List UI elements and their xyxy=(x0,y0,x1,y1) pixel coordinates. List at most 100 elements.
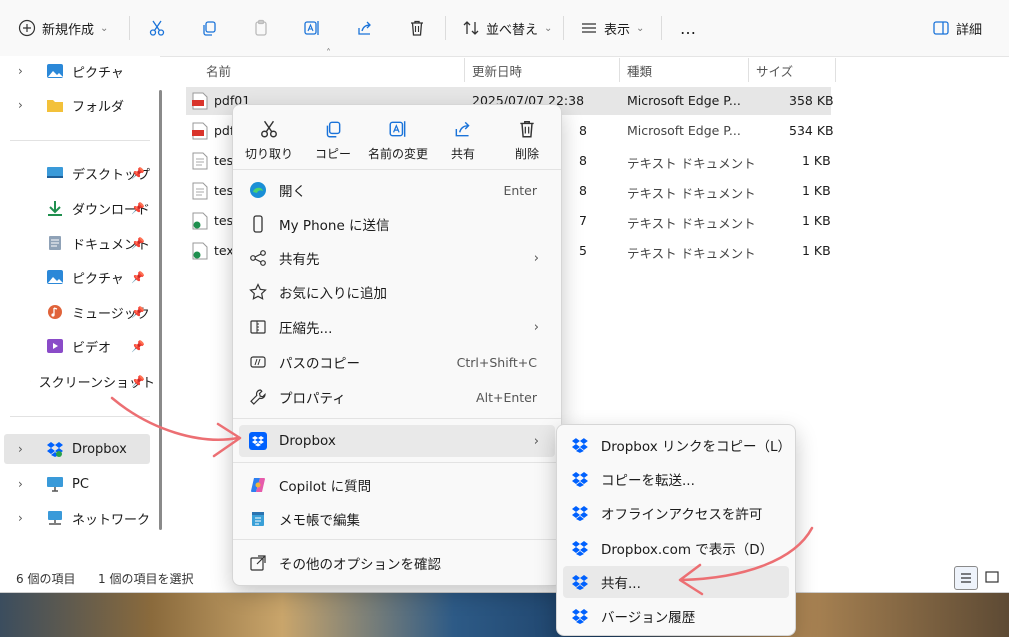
submenu-item-offline[interactable]: オフラインアクセスを許可 xyxy=(563,497,789,529)
submenu-item-share[interactable]: 共有... xyxy=(563,566,789,598)
file-type: テキスト ドキュメント xyxy=(627,156,756,171)
menu-item-copy-path[interactable]: パスのコピー Ctrl+Shift+C xyxy=(239,346,555,378)
nav-label: ネットワーク xyxy=(72,512,151,528)
nav-item-videos[interactable]: ビデオ 📌 xyxy=(0,331,155,361)
nav-scrollbar[interactable] xyxy=(159,90,162,530)
column-header-name[interactable]: 名前 xyxy=(206,58,231,82)
nav-item-pc[interactable]: › PC xyxy=(0,469,155,499)
file-type: テキスト ドキュメント xyxy=(627,216,756,231)
pin-icon: 📌 xyxy=(131,166,145,180)
nav-item-pictures[interactable]: ピクチャ 📌 xyxy=(0,262,155,292)
cut-action[interactable]: 切り取り xyxy=(239,115,299,173)
cut-button[interactable] xyxy=(148,14,166,42)
dropbox-submenu: Dropbox リンクをコピー（L） コピーを転送... オフラインアクセスを許… xyxy=(556,424,796,636)
column-header-type[interactable]: 種類 xyxy=(627,58,652,82)
pin-icon: 📌 xyxy=(131,339,145,353)
file-size: 1 KB xyxy=(802,243,831,258)
share-icon xyxy=(358,21,371,35)
pin-icon: 📌 xyxy=(131,236,145,250)
nav-item-dropbox[interactable]: › Dropbox xyxy=(4,434,150,464)
paste-button[interactable] xyxy=(252,14,270,42)
dropbox-icon xyxy=(572,575,588,590)
rename-action[interactable]: 名前の変更 xyxy=(363,115,433,173)
text-file-synced-icon xyxy=(192,242,208,260)
file-name: tes xyxy=(214,183,234,198)
nav-item-folder[interactable]: › フォルダ xyxy=(0,90,155,120)
nav-item-desktop[interactable]: デスクトップ 📌 xyxy=(0,158,155,188)
notepad-icon xyxy=(249,510,267,528)
submenu-item-view-web[interactable]: Dropbox.com で表示（D） xyxy=(563,532,789,564)
menu-item-share-with[interactable]: 共有先 › xyxy=(239,242,555,274)
edge-icon xyxy=(249,181,267,199)
details-pane-icon xyxy=(933,21,949,35)
menu-item-label: その他のオプションを確認 xyxy=(279,557,441,573)
menu-item-open[interactable]: 開く Enter xyxy=(239,174,555,206)
menu-item-copilot[interactable]: Copilot に質問 xyxy=(239,469,555,501)
dropbox-icon xyxy=(572,609,588,624)
text-file-icon xyxy=(192,182,208,200)
nav-item-downloads[interactable]: ダウンロード 📌 xyxy=(0,193,155,223)
more-options-button[interactable]: … xyxy=(680,14,697,42)
nav-item-documents[interactable]: ドキュメント 📌 xyxy=(0,228,155,258)
chevron-right-icon: › xyxy=(533,433,539,449)
new-button[interactable]: 新規作成 ⌄ xyxy=(18,14,108,42)
delete-button[interactable] xyxy=(408,14,426,42)
sort-button[interactable]: 並べ替え ⌄ xyxy=(462,14,552,42)
nav-item-screenshots[interactable]: スクリーンショット 📌 xyxy=(0,366,155,396)
list-view-icon xyxy=(961,573,971,583)
menu-divider xyxy=(233,169,561,170)
desktop-icon xyxy=(47,167,63,178)
toolbar-divider xyxy=(129,16,130,40)
desktop-background xyxy=(0,587,1009,637)
view-lines-icon xyxy=(582,23,596,33)
nav-divider xyxy=(10,140,150,141)
tiles-view-button[interactable] xyxy=(982,567,1002,587)
share-button[interactable] xyxy=(356,14,374,42)
submenu-item-label: Dropbox.com で表示（D） xyxy=(601,542,774,558)
menu-item-add-favorite[interactable]: お気に入りに追加 xyxy=(239,276,555,308)
file-date: 5 xyxy=(579,243,587,258)
file-date: 7 xyxy=(579,213,587,228)
details-pane-label: 詳細 xyxy=(956,22,983,38)
network-icon xyxy=(48,511,62,525)
menu-item-dropbox[interactable]: Dropbox › xyxy=(239,425,555,457)
file-size: 1 KB xyxy=(802,183,831,198)
file-name: tex xyxy=(214,243,234,258)
text-file-icon xyxy=(192,152,208,170)
view-button[interactable]: 表示 ⌄ xyxy=(580,14,644,42)
dropbox-icon xyxy=(572,472,588,487)
nav-item-pictures-top[interactable]: › ピクチャ xyxy=(0,56,155,86)
file-type: Microsoft Edge P... xyxy=(627,123,741,138)
copy-path-icon xyxy=(249,353,267,371)
nav-item-music[interactable]: ミュージック 📌 xyxy=(0,297,155,327)
menu-item-label: プロパティ xyxy=(279,391,346,407)
menu-item-properties[interactable]: プロパティ Alt+Enter xyxy=(239,381,555,413)
submenu-item-transfer[interactable]: コピーを転送... xyxy=(563,463,789,495)
menu-item-compress[interactable]: 圧縮先... › xyxy=(239,311,555,343)
submenu-item-version-history[interactable]: バージョン履歴 xyxy=(563,600,789,632)
menu-item-more-options[interactable]: その他のオプションを確認 xyxy=(239,547,555,579)
menu-item-notepad[interactable]: メモ帳で編集 xyxy=(239,503,555,535)
menu-item-send-to-phone[interactable]: My Phone に送信 xyxy=(239,208,555,240)
nav-item-network[interactable]: › ネットワーク xyxy=(0,503,155,533)
copilot-icon xyxy=(249,476,267,494)
delete-action[interactable]: 削除 xyxy=(497,115,557,173)
copy-icon xyxy=(326,121,341,138)
submenu-item-copy-link[interactable]: Dropbox リンクをコピー（L） xyxy=(563,429,791,461)
column-header-size[interactable]: サイズ xyxy=(756,58,793,82)
copy-action[interactable]: コピー xyxy=(303,115,363,173)
rename-button[interactable] xyxy=(303,14,321,42)
menu-item-label: 開く xyxy=(279,184,306,200)
share-action[interactable]: 共有 xyxy=(433,115,493,173)
delete-action-label: 削除 xyxy=(514,147,539,161)
open-external-icon xyxy=(249,554,267,572)
copy-action-label: コピー xyxy=(314,147,351,161)
details-view-button[interactable] xyxy=(954,566,978,590)
details-pane-button[interactable]: 詳細 xyxy=(932,14,982,42)
trash-icon xyxy=(520,121,534,138)
star-icon xyxy=(249,283,267,301)
column-header-date[interactable]: 更新日時 xyxy=(472,58,522,82)
dropbox-icon xyxy=(47,442,63,457)
pin-icon: 📌 xyxy=(131,270,145,284)
copy-button[interactable] xyxy=(200,14,218,42)
